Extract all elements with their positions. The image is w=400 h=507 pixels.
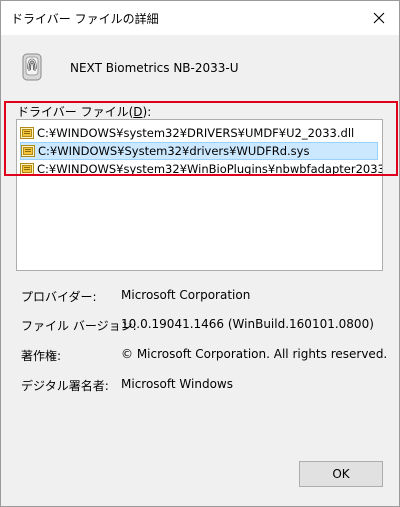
ok-button[interactable]: OK bbox=[299, 461, 383, 487]
digital-signer-value: Microsoft Windows bbox=[121, 377, 233, 391]
driver-file-path: C:¥WINDOWS¥system32¥DRIVERS¥UMDF¥U2_2033… bbox=[37, 126, 355, 140]
driver-file-icon bbox=[21, 145, 35, 157]
list-item[interactable]: C:¥WINDOWS¥System32¥drivers¥WUDFRd.sys bbox=[20, 142, 378, 160]
fingerprint-device-icon bbox=[22, 53, 42, 81]
driver-file-path: C:¥WINDOWS¥system32¥WinBioPlugins¥nbwbfa… bbox=[37, 162, 383, 176]
device-name: NEXT Biometrics NB-2033-U bbox=[70, 61, 239, 75]
copyright-value: © Microsoft Corporation. All rights rese… bbox=[121, 347, 388, 361]
driver-file-icon bbox=[20, 127, 34, 139]
copyright-label: 著作権: bbox=[21, 349, 62, 363]
driver-files-list[interactable]: C:¥WINDOWS¥system32¥DRIVERS¥UMDF¥U2_2033… bbox=[16, 119, 383, 271]
provider-label: プロバイダー: bbox=[21, 290, 97, 304]
close-icon bbox=[373, 12, 385, 24]
file-version-value: 10.0.19041.1466 (WinBuild.160101.0800) bbox=[121, 317, 374, 331]
driver-file-icon bbox=[20, 163, 34, 175]
driver-files-label: ドライバー ファイル(D): bbox=[17, 105, 152, 119]
close-button[interactable] bbox=[365, 4, 393, 32]
dialog-title: ドライバー ファイルの詳細 bbox=[11, 12, 159, 26]
driver-file-details-dialog: ドライバー ファイルの詳細 NEXT Biometrics NB-2033-U … bbox=[0, 0, 400, 507]
digital-signer-label: デジタル署名者: bbox=[21, 379, 109, 393]
title-bar: ドライバー ファイルの詳細 bbox=[1, 1, 399, 35]
list-item[interactable]: C:¥WINDOWS¥system32¥DRIVERS¥UMDF¥U2_2033… bbox=[20, 124, 378, 142]
file-version-label: ファイル バージョン: bbox=[21, 319, 137, 333]
list-item[interactable]: C:¥WINDOWS¥system32¥WinBioPlugins¥nbwbfa… bbox=[20, 160, 382, 178]
provider-value: Microsoft Corporation bbox=[121, 288, 251, 302]
driver-file-path: C:¥WINDOWS¥System32¥drivers¥WUDFRd.sys bbox=[38, 144, 310, 158]
